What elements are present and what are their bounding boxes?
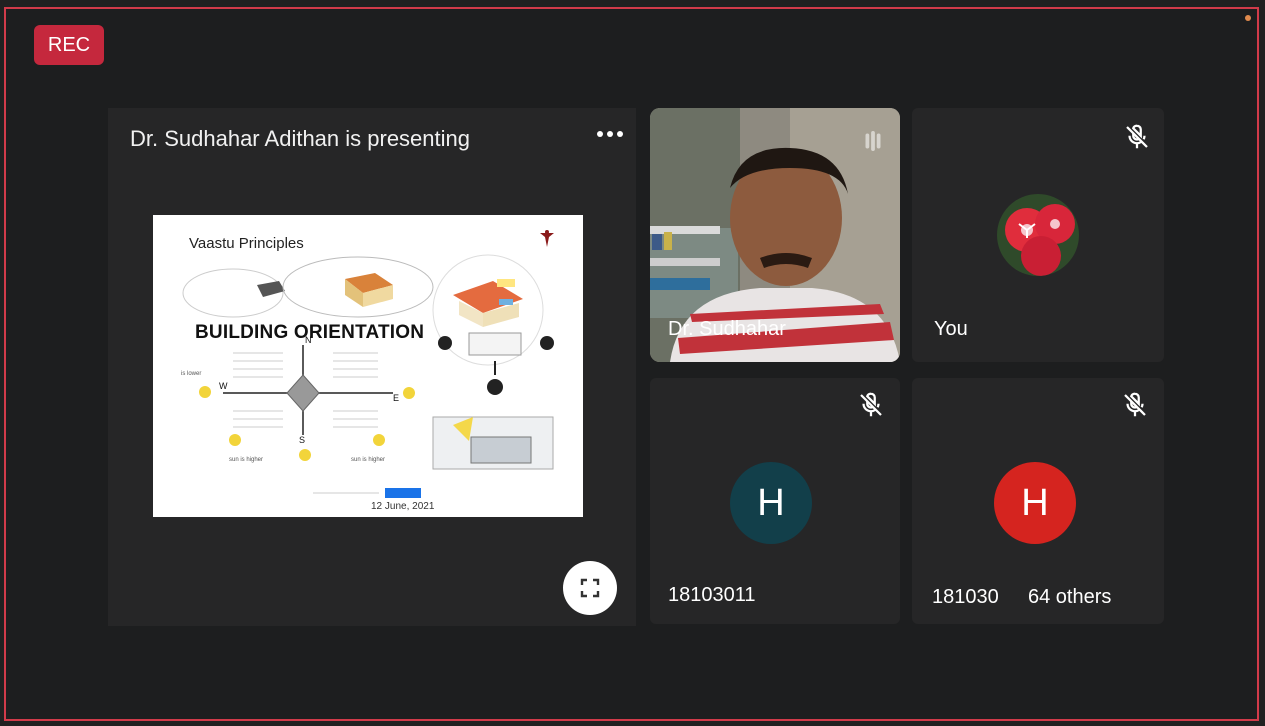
slide-note-sun-right: sun is higher	[351, 457, 386, 463]
presentation-title: Dr. Sudhahar Adithan is presenting	[130, 126, 471, 151]
slide-note-left: is lower	[181, 371, 202, 377]
fullscreen-icon	[580, 578, 600, 598]
compass-w: W	[219, 381, 228, 391]
audio-level-icon	[865, 131, 881, 151]
slide-date: 12 June, 2021	[371, 501, 435, 512]
slide-note-sun-left: sun is higher	[229, 457, 264, 463]
compass-e: E	[393, 393, 400, 403]
participant-tile-video[interactable]: Dr. Sudhahar	[650, 108, 900, 362]
mic-off-icon	[860, 392, 882, 417]
fullscreen-button[interactable]	[563, 561, 617, 615]
participant-tile-you[interactable]: You	[912, 108, 1164, 362]
others-count: 64 others	[1028, 586, 1112, 608]
mic-off-icon	[1126, 124, 1148, 149]
more-options-icon[interactable]	[592, 116, 628, 152]
participant-name-you: You	[934, 318, 968, 340]
compass-n: N	[305, 335, 312, 345]
mic-off-icon	[1124, 392, 1146, 417]
avatar-initial: H	[730, 462, 812, 544]
avatar	[997, 194, 1079, 276]
avatar-initial: H	[994, 462, 1076, 544]
shared-slide: Vaastu Principles BUILDING ORIENTATION N…	[153, 215, 583, 517]
participant-name: 18103011	[668, 584, 756, 606]
participant-tile-others[interactable]: H 181030 64 others	[912, 378, 1164, 624]
compass-s: S	[299, 435, 306, 445]
participant-name: Dr. Sudhahar	[668, 318, 786, 340]
presentation-tile: Dr. Sudhahar Adithan is presenting Vaast…	[108, 108, 636, 626]
rec-badge: REC	[34, 25, 104, 65]
participant-tile-18103011[interactable]: H 18103011	[650, 378, 900, 624]
participant-name: 181030	[932, 586, 999, 608]
status-dot	[1245, 15, 1251, 21]
slide-illustrations	[182, 254, 554, 498]
